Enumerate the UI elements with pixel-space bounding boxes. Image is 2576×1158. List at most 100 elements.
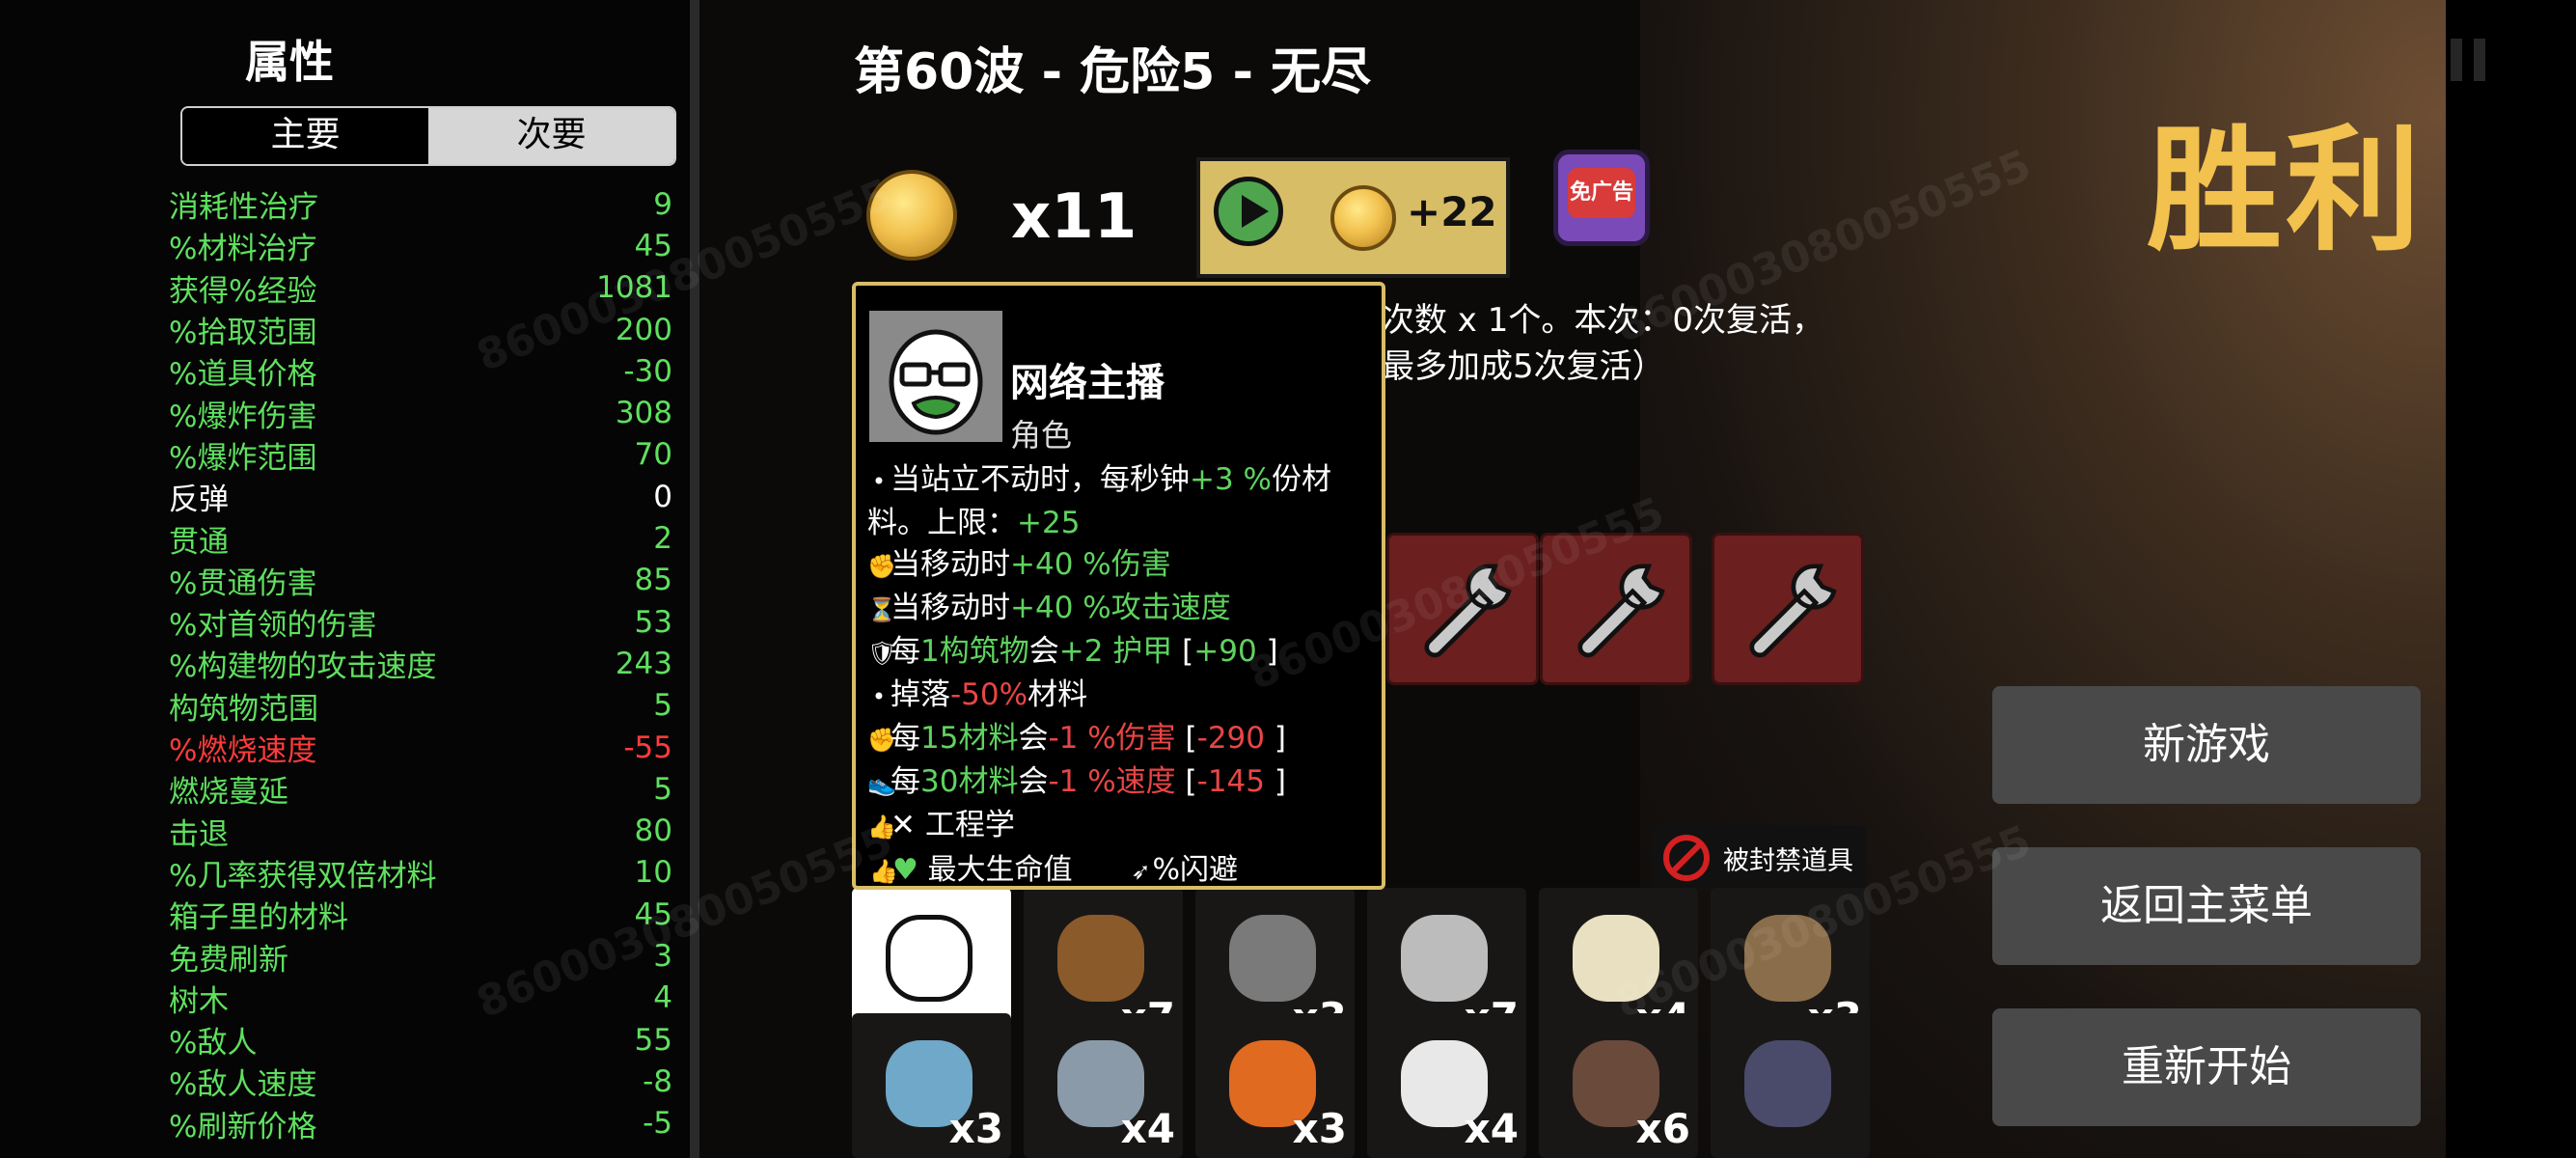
stat-row: 消耗性治疗 9 xyxy=(169,183,672,226)
ban-icon xyxy=(1663,835,1710,881)
effect-text: 每 xyxy=(891,764,920,799)
stat-row: 贯通 2 xyxy=(169,517,672,560)
stat-value: 10 xyxy=(634,855,672,891)
stat-label: 箱子里的材料 xyxy=(169,900,348,936)
item-art xyxy=(1401,915,1488,1002)
stat-label: %敌人速度 xyxy=(169,1067,317,1103)
right-edge xyxy=(2446,0,2576,1158)
stat-row: %材料治疗 45 xyxy=(169,225,672,267)
item-art xyxy=(1057,915,1144,1002)
remove-ads-label: 免广告 xyxy=(1568,168,1635,218)
revive-line-1: 次数 x 1个。本次：0次复活， xyxy=(1382,301,1824,340)
effect-icon: 🛡 xyxy=(867,640,897,667)
effect-text: 会 xyxy=(1018,764,1049,799)
remove-ads-icon[interactable]: 免广告 xyxy=(1553,150,1650,246)
item-count: x6 xyxy=(1635,1105,1690,1152)
effect-text: 30材料 xyxy=(920,764,1019,799)
effect-line: 👍✕ 工程学 xyxy=(867,805,1379,848)
effect-icon: • xyxy=(871,468,887,495)
banned-items-label: 被封禁道具 xyxy=(1723,845,1853,876)
effect-text: ] xyxy=(1265,721,1286,756)
tab-secondary[interactable]: 次要 xyxy=(428,108,674,164)
ad-bonus-amount: +22 xyxy=(1407,188,1497,235)
stat-label: 免费刷新 xyxy=(169,942,288,978)
stat-row: 燃烧蔓延 5 xyxy=(169,768,672,811)
inventory-item[interactable]: x4 xyxy=(1367,1013,1526,1158)
stat-row: %贯通伤害 85 xyxy=(169,560,672,601)
restart-button[interactable]: 重新开始 xyxy=(1992,1008,2421,1126)
item-count: x4 xyxy=(1120,1105,1175,1152)
victory-title: 胜利 xyxy=(2147,113,2425,270)
stat-value: 243 xyxy=(615,646,672,681)
effect-text: 掉落 xyxy=(891,677,950,712)
item-count: x3 xyxy=(1292,1105,1347,1152)
effect-text: 每 xyxy=(891,721,920,756)
stat-value: -8 xyxy=(643,1063,672,1099)
stat-label: 构筑物范围 xyxy=(169,691,318,727)
wave-title: 第60波 - 危险5 - 无尽 xyxy=(854,43,1372,101)
stat-label: %燃烧速度 xyxy=(169,733,317,769)
stat-row: 构筑物范围 5 xyxy=(169,685,672,727)
effect-text: 当站立不动时，每秒钟 xyxy=(891,462,1190,497)
stat-label: 贯通 xyxy=(169,524,229,560)
stat-label: %爆炸范围 xyxy=(169,440,317,476)
weapon-slot-wrench[interactable] xyxy=(1712,533,1864,685)
stat-row: %敌人 55 xyxy=(169,1019,672,1062)
stat-value: 5 xyxy=(653,771,672,807)
wrench-icon xyxy=(1577,564,1665,658)
effect-text: 会 xyxy=(1028,634,1059,669)
item-art xyxy=(886,915,973,1002)
max-hp-label: 最大生命值 xyxy=(927,853,1073,887)
stat-row: %构建物的攻击速度 243 xyxy=(169,643,672,685)
effect-text: -1 %伤害 xyxy=(1048,721,1176,756)
effect-text: 1构筑物 xyxy=(920,634,1029,669)
effect-icon: • xyxy=(871,683,887,710)
effect-line: 👟每30材料会-1 %速度 [-145 ] xyxy=(867,761,1379,805)
dodge-label: %闪避 xyxy=(1152,853,1239,887)
effect-line: ⏳当移动时+40 %攻击速度 xyxy=(867,588,1379,631)
panel-divider xyxy=(690,0,699,1158)
main-menu-button[interactable]: 返回主菜单 xyxy=(1992,847,2421,965)
watch-ad-button[interactable]: +22 xyxy=(1196,157,1510,278)
effect-icon: ⏳ xyxy=(867,596,896,623)
stats-tabs: 主要 次要 xyxy=(180,106,676,166)
coin-count: x11 xyxy=(1011,181,1137,253)
stat-value: 2 xyxy=(653,521,672,557)
character-name: 网络主播 xyxy=(1010,361,1165,405)
stat-label: 树木 xyxy=(169,983,229,1019)
play-icon xyxy=(1214,177,1283,246)
stat-row: %刷新价格 -5 xyxy=(169,1103,672,1144)
effect-line: ✊每15材料会-1 %伤害 [-290 ] xyxy=(867,718,1379,761)
effect-text: +25 xyxy=(1017,506,1081,540)
revive-info: 次数 x 1个。本次：0次复活， 最多加成5次复活） xyxy=(1382,297,1824,390)
item-art xyxy=(1229,915,1316,1002)
item-art xyxy=(1744,1040,1831,1127)
stat-value: 9 xyxy=(653,186,672,222)
effect-text: -145 xyxy=(1196,764,1265,799)
stat-row: %爆炸伤害 308 xyxy=(169,392,672,434)
character-type: 角色 xyxy=(1010,417,1073,454)
stat-label: 获得%经验 xyxy=(169,273,317,309)
stat-label: %构建物的攻击速度 xyxy=(169,649,437,685)
new-game-button[interactable]: 新游戏 xyxy=(1992,686,2421,804)
effect-text: [ xyxy=(1175,764,1197,799)
effect-text: 当移动时 xyxy=(891,591,1010,625)
effect-text: 会 xyxy=(1018,721,1049,756)
stat-row: %几率获得双倍材料 10 xyxy=(169,852,672,894)
banned-items-button[interactable]: 被封禁道具 xyxy=(1652,825,1866,891)
inventory-item[interactable]: x6 xyxy=(1539,1013,1698,1158)
pause-icon[interactable] xyxy=(2451,39,2489,81)
stat-value: 53 xyxy=(634,604,672,640)
effect-text: 料。上限： xyxy=(867,506,1017,540)
inventory-item[interactable]: x3 xyxy=(1195,1013,1355,1158)
stat-value: -30 xyxy=(623,353,672,389)
stats-panel-title: 属性 xyxy=(245,36,334,88)
inventory-item[interactable] xyxy=(1711,1013,1870,1158)
inventory-item[interactable]: x3 xyxy=(852,1013,1011,1158)
stat-row: %对首领的伤害 53 xyxy=(169,601,672,644)
effect-text: 材料 xyxy=(1028,677,1088,712)
inventory-item[interactable]: x4 xyxy=(1024,1013,1183,1158)
effect-text: [ xyxy=(1175,721,1197,756)
tab-primary[interactable]: 主要 xyxy=(182,108,428,164)
stat-row: %道具价格 -30 xyxy=(169,350,672,393)
